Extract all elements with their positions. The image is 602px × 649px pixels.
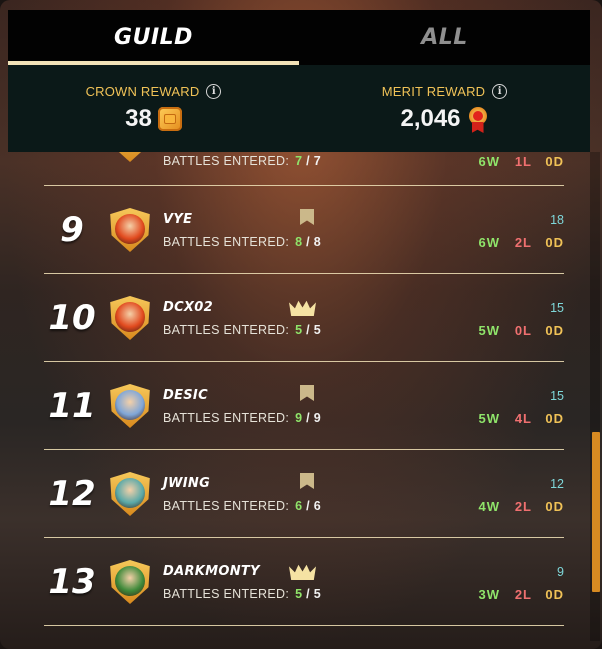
list-item[interactable]: 11 DESIC BATTLES ENTERED: 9 / 9 15 5W 4L 0D [8,362,590,450]
member-list[interactable]: BATTLES ENTERED: 7 / 7 6W 1L 0D 9 VYE BATTLES… [8,152,590,641]
avatar-portrait [115,390,145,420]
rank-number: 13 [48,562,96,602]
crown-icon [289,564,316,580]
flag-icon [300,385,314,401]
list-item[interactable]: 13 DARKMONTY BATTLES ENTERED: 5 / 5 9 3W 2L 0D [8,538,590,626]
avatar-portrait [115,566,145,596]
merit-reward: MERIT REWARD i 2,046 [299,65,590,152]
battles-entered: BATTLES ENTERED: 8 / 8 [163,235,321,249]
rank-number: 10 [48,298,96,338]
tab-bar: GUILD ALL [8,10,590,65]
win-loss-draw: 6W 1L 0D [478,154,564,169]
list-item[interactable]: 9 VYE BATTLES ENTERED: 8 / 8 18 6W 2L 0D [8,186,590,274]
crown-reward-label: CROWN REWARD [85,84,200,99]
avatar-portrait [115,302,145,332]
win-loss-draw: 5W 0L 0D [478,323,564,338]
avatar [108,296,152,340]
avatar [108,560,152,604]
info-icon[interactable]: i [492,84,508,99]
crown-reward: CROWN REWARD i 38 [8,65,299,152]
merit-medal-icon [467,105,489,133]
battles-entered: BATTLES ENTERED: 5 / 5 [163,323,321,337]
score: 12 [550,477,564,491]
flag-icon [300,209,314,225]
battles-entered: BATTLES ENTERED: 5 / 5 [163,587,321,601]
crown-reward-value: 38 [125,105,152,132]
win-loss-draw: 6W 2L 0D [478,235,564,250]
avatar-portrait [115,478,145,508]
score: 18 [550,213,564,227]
win-loss-draw: 3W 2L 0D [478,587,564,602]
score: 15 [550,301,564,315]
scrollbar[interactable] [590,152,600,641]
merit-reward-value: 2,046 [400,105,461,132]
leaderboard-panel: GUILD ALL CROWN REWARD i 38 MERIT REWARD… [0,0,602,649]
tab-all[interactable]: ALL [299,10,590,65]
member-name[interactable]: VYE [163,212,192,227]
rank-number: 12 [48,474,96,514]
member-name[interactable]: DARKMONTY [163,564,260,579]
score: 9 [557,565,564,579]
merit-reward-label: MERIT REWARD [381,84,486,99]
list-item[interactable]: 10 DCX02 BATTLES ENTERED: 5 / 5 15 5W 0L 0D [8,274,590,362]
list-item-partial[interactable]: BATTLES ENTERED: 7 / 7 6W 1L 0D [8,152,590,184]
crown-coin-icon [157,107,182,131]
win-loss-draw: 5W 4L 0D [478,411,564,426]
info-icon[interactable]: i [206,84,222,99]
avatar [108,472,152,516]
member-name[interactable]: DESIC [163,388,208,403]
member-name[interactable]: JWING [163,476,210,491]
win-loss-draw: 4W 2L 0D [478,499,564,514]
scrollbar-thumb[interactable] [592,432,600,592]
battles-entered: BATTLES ENTERED: 9 / 9 [163,411,321,425]
divider [44,625,564,626]
avatar [108,384,152,428]
flag-icon [300,473,314,489]
avatar [108,208,152,252]
avatar-portrait [115,214,145,244]
battles-entered: BATTLES ENTERED: 7 / 7 [163,154,321,168]
member-name[interactable]: DCX02 [163,300,213,315]
list-item[interactable]: 12 JWING BATTLES ENTERED: 6 / 6 12 4W 2L 0D [8,450,590,538]
rank-number: 11 [48,386,96,426]
avatar [108,152,152,162]
tab-guild[interactable]: GUILD [8,10,299,65]
crown-icon [289,300,316,316]
score: 15 [550,389,564,403]
rank-number: 9 [60,210,84,250]
reward-bar: CROWN REWARD i 38 MERIT REWARD i 2,046 [8,65,590,152]
battles-entered: BATTLES ENTERED: 6 / 6 [163,499,321,513]
